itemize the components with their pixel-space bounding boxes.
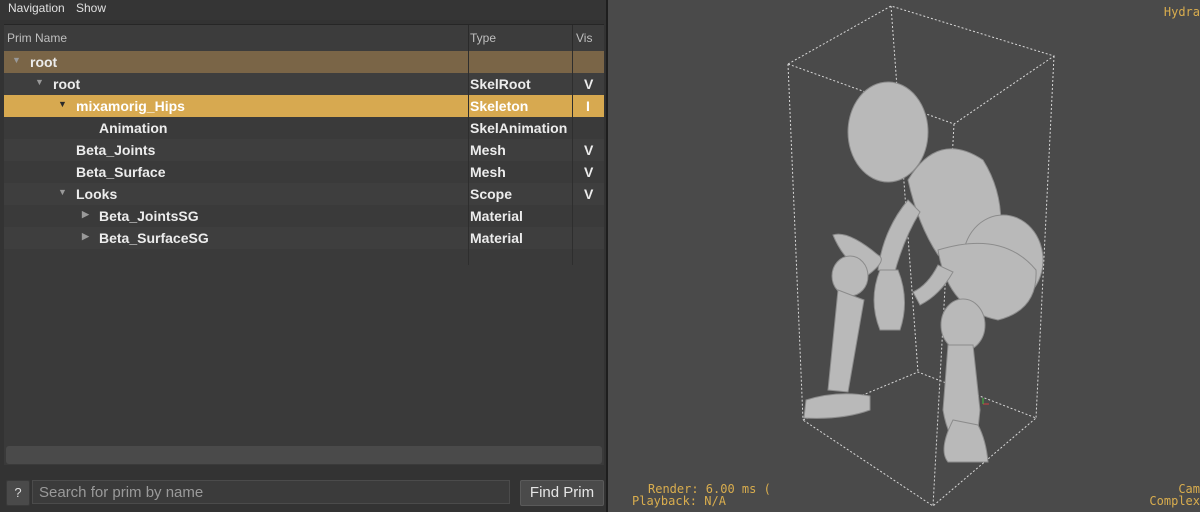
expand-arrow-icon[interactable]: ▼ xyxy=(58,99,67,109)
prim-type: Mesh xyxy=(470,142,506,158)
prim-browser-panel: Navigation Show Prim Name Type Vis ▼ roo… xyxy=(0,0,606,512)
tree-row[interactable]: ▶ Beta_JointsSG Material xyxy=(4,205,604,227)
prim-tree[interactable]: Prim Name Type Vis ▼ root ▼ root SkelRoo… xyxy=(4,24,604,465)
prim-vis[interactable]: V xyxy=(584,76,593,92)
help-button[interactable]: ? xyxy=(6,480,30,506)
expand-arrow-icon[interactable]: ▼ xyxy=(35,77,44,87)
prim-type: Material xyxy=(470,230,523,246)
prim-name: root xyxy=(30,54,58,70)
hud-renderer: Hydra xyxy=(1163,5,1200,19)
tree-row[interactable]: ▼ root SkelRoot V xyxy=(4,73,604,95)
menu-bar: Navigation Show xyxy=(0,0,606,20)
prim-vis[interactable]: V xyxy=(584,186,593,202)
tree-row[interactable]: ▶ Beta_SurfaceSG Material xyxy=(4,227,604,249)
tree-row[interactable]: ▼ root xyxy=(4,51,604,73)
expand-arrow-icon[interactable]: ▶ xyxy=(82,231,89,242)
prim-vis[interactable]: V xyxy=(584,164,593,180)
tree-row[interactable]: Beta_Surface Mesh V xyxy=(4,161,604,183)
hud-playback: Playback: N/A xyxy=(632,494,726,508)
prim-name: Animation xyxy=(99,120,168,136)
tree-row[interactable]: ▼ Looks Scope V xyxy=(4,183,604,205)
prim-type: Skeleton xyxy=(470,98,529,114)
expand-arrow-icon[interactable]: ▶ xyxy=(82,209,89,220)
prim-vis[interactable]: I xyxy=(586,98,590,114)
prim-type: Scope xyxy=(470,186,513,202)
3d-viewport[interactable]: Hydra Render: 6.00 ms ( Playback: N/A Ca… xyxy=(608,0,1200,512)
tree-header: Prim Name Type Vis xyxy=(4,25,604,52)
prim-name: Looks xyxy=(76,186,118,202)
menu-show[interactable]: Show xyxy=(76,1,106,15)
prim-name: Beta_JointsSG xyxy=(99,208,199,224)
prim-name: Beta_SurfaceSG xyxy=(99,230,209,246)
expand-arrow-icon[interactable]: ▼ xyxy=(12,55,21,65)
tree-row-selected[interactable]: ▼ mixamorig_Hips Skeleton I xyxy=(4,95,604,117)
scene-render xyxy=(786,5,1056,507)
header-prim-name[interactable]: Prim Name xyxy=(7,31,67,45)
horizontal-scrollbar[interactable] xyxy=(6,446,602,464)
tree-row[interactable]: Beta_Joints Mesh V xyxy=(4,139,604,161)
prim-type: SkelRoot xyxy=(470,76,531,92)
search-input[interactable] xyxy=(32,480,510,504)
mannequin-figure xyxy=(803,81,1044,463)
expand-arrow-icon[interactable]: ▼ xyxy=(58,187,67,197)
hud-complexity: Complex xyxy=(1149,494,1200,508)
menu-navigation[interactable]: Navigation xyxy=(8,1,65,15)
search-bar: ? Find Prim xyxy=(0,476,606,512)
prim-type: Material xyxy=(470,208,523,224)
header-vis[interactable]: Vis xyxy=(576,31,592,45)
prim-vis[interactable]: V xyxy=(584,142,593,158)
prim-type: SkelAnimation xyxy=(470,120,568,136)
prim-name: root xyxy=(53,76,81,92)
prim-name: Beta_Surface xyxy=(76,164,166,180)
prim-name: mixamorig_Hips xyxy=(76,98,185,114)
tree-row[interactable]: Animation SkelAnimation xyxy=(4,117,604,139)
prim-name: Beta_Joints xyxy=(76,142,156,158)
prim-type: Mesh xyxy=(470,164,506,180)
find-prim-button[interactable]: Find Prim xyxy=(520,480,604,506)
header-type[interactable]: Type xyxy=(470,31,496,45)
